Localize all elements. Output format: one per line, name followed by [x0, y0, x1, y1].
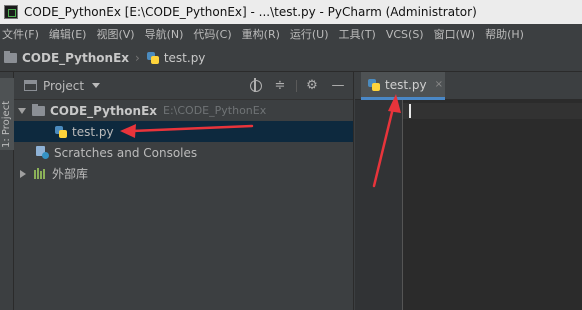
- target-icon[interactable]: [248, 78, 264, 94]
- project-tool-window-label[interactable]: 1: Project: [1, 101, 12, 148]
- menu-code[interactable]: 代码(C): [193, 26, 231, 42]
- scratches-icon: [36, 146, 49, 159]
- tree-root-path: E:\CODE_PythonEx: [163, 104, 267, 117]
- tree-row-root[interactable]: CODE_PythonEx E:\CODE_PythonEx: [14, 100, 353, 121]
- menu-view[interactable]: 视图(V): [96, 26, 134, 42]
- collapse-all-icon[interactable]: ≑: [272, 78, 288, 94]
- editor-tab-bar: test.py ×: [355, 72, 582, 100]
- project-view-icon: [24, 80, 37, 91]
- tree-file-label: test.py: [72, 124, 114, 139]
- expand-arrow-icon[interactable]: [18, 107, 26, 114]
- menu-window[interactable]: 窗口(W): [434, 26, 475, 42]
- project-panel-title[interactable]: Project: [43, 79, 84, 93]
- project-tree: CODE_PythonEx E:\CODE_PythonEx test.py S…: [14, 100, 353, 184]
- line-number-gutter: [355, 100, 403, 310]
- project-panel-header: Project ≑ ⚙ —: [14, 72, 353, 100]
- tree-row-external-libs[interactable]: 外部库: [14, 163, 353, 184]
- library-icon: [34, 168, 47, 179]
- pycharm-window: CODE_PythonEx [E:\CODE_PythonEx] - ...\t…: [0, 0, 582, 310]
- menu-tools[interactable]: 工具(T): [339, 26, 376, 42]
- navigation-bar: CODE_PythonEx › test.py: [0, 44, 582, 72]
- menu-edit[interactable]: 编辑(E): [49, 26, 87, 42]
- menu-vcs[interactable]: VCS(S): [386, 28, 424, 41]
- left-tool-strip: 1: Project: [0, 72, 14, 310]
- menu-help[interactable]: 帮助(H): [485, 26, 524, 42]
- folder-icon: [4, 50, 17, 63]
- menu-run[interactable]: 运行(U): [290, 26, 329, 42]
- project-panel: Project ≑ ⚙ — CODE_PythonEx E:\CODE_Pyth…: [14, 72, 354, 310]
- text-caret: [409, 104, 411, 118]
- close-icon[interactable]: ×: [435, 79, 443, 90]
- python-file-icon: [54, 125, 68, 139]
- python-file-icon: [146, 51, 160, 65]
- breadcrumb-separator-icon: ›: [135, 50, 140, 65]
- window-title: CODE_PythonEx [E:\CODE_PythonEx] - ...\t…: [24, 5, 477, 19]
- breadcrumb-project[interactable]: CODE_PythonEx: [22, 51, 129, 65]
- title-bar: CODE_PythonEx [E:\CODE_PythonEx] - ...\t…: [0, 0, 582, 24]
- view-dropdown-icon[interactable]: [92, 83, 101, 88]
- code-editor[interactable]: [355, 100, 582, 310]
- python-file-icon: [367, 78, 381, 92]
- breadcrumb-file[interactable]: test.py: [164, 51, 206, 65]
- menu-navigate[interactable]: 导航(N): [145, 26, 184, 42]
- tree-external-libs-label: 外部库: [52, 167, 89, 181]
- minimize-icon[interactable]: —: [330, 78, 346, 94]
- editor-tab-test-py[interactable]: test.py ×: [361, 72, 445, 100]
- tree-scratches-label: Scratches and Consoles: [54, 145, 198, 160]
- gear-icon[interactable]: ⚙: [304, 78, 320, 94]
- folder-icon: [32, 103, 45, 116]
- menu-bar: 文件(F) 编辑(E) 视图(V) 导航(N) 代码(C) 重构(R) 运行(U…: [0, 24, 582, 44]
- current-line-highlight: [403, 103, 582, 119]
- editor-tab-label: test.py: [385, 77, 427, 92]
- header-divider: [296, 80, 297, 92]
- tree-root-label: CODE_PythonEx: [50, 103, 158, 118]
- collapse-arrow-icon[interactable]: [20, 169, 26, 178]
- pycharm-icon: [4, 5, 18, 19]
- tree-row-file[interactable]: test.py: [14, 121, 353, 142]
- tree-row-scratches[interactable]: Scratches and Consoles: [14, 142, 353, 163]
- menu-refactor[interactable]: 重构(R): [242, 26, 280, 42]
- menu-file[interactable]: 文件(F): [2, 26, 39, 42]
